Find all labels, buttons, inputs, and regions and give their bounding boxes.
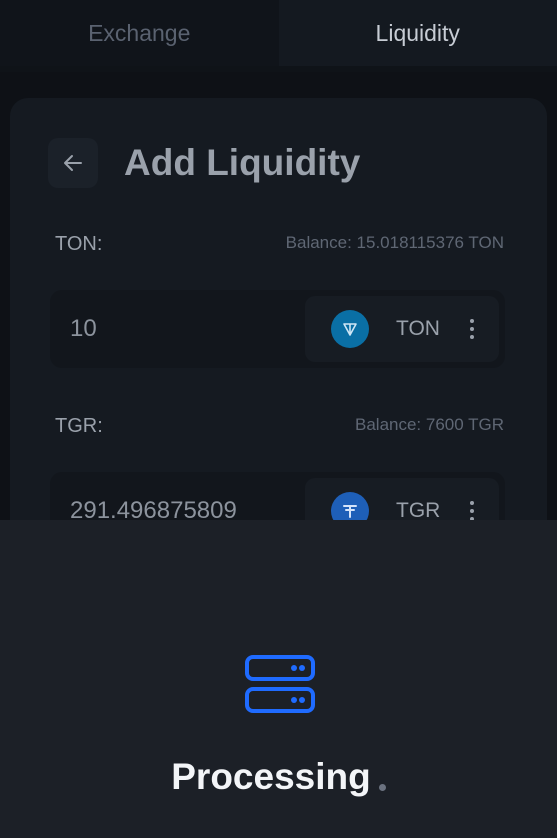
ton-logo-icon — [331, 310, 369, 348]
server-icon — [245, 655, 315, 713]
ton-amount-field: 10 TON — [50, 290, 505, 368]
processing-text: Processing — [171, 756, 371, 797]
tgr-label: TGR: — [55, 415, 103, 437]
ton-token-selector[interactable]: TON — [305, 296, 499, 362]
tab-bar: Exchange Liquidity — [0, 0, 557, 72]
tab-liquidity[interactable]: Liquidity — [278, 0, 557, 66]
page-title: Add Liquidity — [124, 142, 361, 183]
more-vertical-icon[interactable] — [470, 319, 474, 339]
processing-status: Processing — [0, 756, 557, 798]
tab-exchange[interactable]: Exchange — [0, 0, 279, 66]
back-button[interactable] — [48, 138, 98, 188]
ton-token-name: TON — [396, 317, 440, 340]
processing-sheet: Processing — [0, 520, 557, 838]
ton-balance[interactable]: Balance: 15.018115376 TON — [286, 233, 504, 253]
more-vertical-icon[interactable] — [470, 501, 474, 521]
arrow-left-icon — [64, 155, 82, 171]
loading-dot — [378, 784, 386, 791]
ton-amount-input[interactable]: 10 — [70, 290, 97, 368]
tgr-balance[interactable]: Balance: 7600 TGR — [355, 415, 504, 435]
ton-label: TON: — [55, 233, 103, 255]
